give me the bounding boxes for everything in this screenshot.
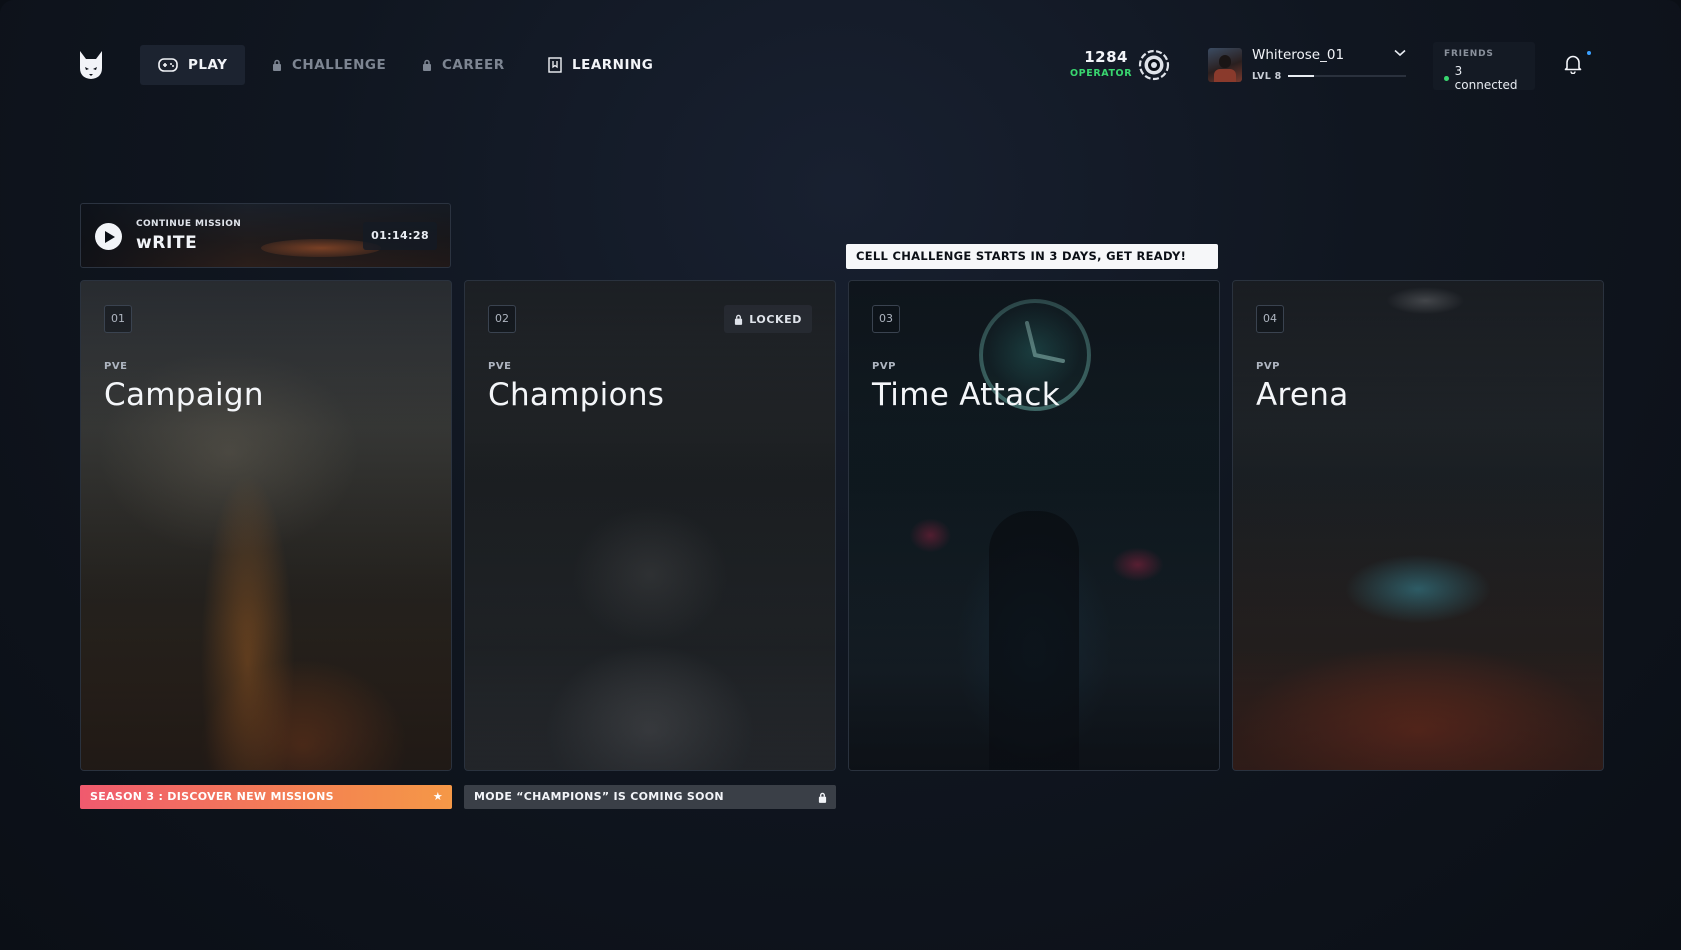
friends-connected-text: 3 connected [1454, 64, 1518, 92]
rank-label: OPERATOR [1070, 68, 1133, 79]
rank-badge-icon [1138, 49, 1170, 81]
lock-icon [735, 314, 743, 325]
notification-dot [1587, 51, 1591, 55]
card-shade [465, 281, 835, 770]
card-number: 01 [104, 305, 132, 333]
xp-progress-fill [1288, 75, 1314, 77]
user-menu[interactable]: Whiterose_01 LVL 8 [1208, 46, 1408, 84]
game-lobby: PLAY CHALLENGE CAREER LEARNING 1284 OPER… [0, 0, 1681, 950]
friends-label: FRIENDS [1444, 49, 1494, 59]
tab-play[interactable]: PLAY [140, 45, 246, 85]
bookmark-icon [548, 57, 562, 73]
mission-title: wRITE [136, 233, 198, 253]
lock-icon [273, 59, 281, 71]
mission-time: 01:14:28 [363, 222, 437, 250]
tab-learning[interactable]: LEARNING [530, 45, 671, 85]
continue-mission-card[interactable]: CONTINUE MISSION wRITE 01:14:28 [80, 203, 451, 268]
lock-icon [818, 785, 827, 809]
fox-logo[interactable] [78, 50, 104, 80]
card-shade [81, 281, 451, 770]
mode-card-campaign[interactable]: 01 PVE Campaign [80, 280, 452, 771]
card-number: 03 [872, 305, 900, 333]
play-icon[interactable] [95, 223, 122, 250]
friends-connected: 3 connected [1444, 64, 1524, 92]
tab-challenge[interactable]: CHALLENGE [254, 45, 404, 85]
tab-challenge-label: CHALLENGE [292, 57, 387, 73]
challenge-banner: CELL CHALLENGE STARTS IN 3 DAYS, GET REA… [846, 244, 1218, 269]
tab-career-label: CAREER [442, 57, 505, 73]
mode-card-arena[interactable]: 04 PVP Arena [1232, 280, 1604, 771]
tab-learning-label: LEARNING [572, 57, 654, 73]
card-title: Arena [1256, 377, 1349, 413]
avatar [1208, 48, 1242, 82]
season-tag-label: SEASON 3 : DISCOVER NEW MISSIONS [90, 790, 334, 803]
tab-play-label: PLAY [188, 57, 228, 73]
card-title: Time Attack [872, 377, 1060, 413]
card-mode: PVP [1256, 361, 1280, 372]
top-nav: PLAY CHALLENGE CAREER LEARNING 1284 OPER… [0, 0, 1681, 130]
locked-label: LOCKED [749, 312, 802, 326]
star-icon: ★ [432, 790, 443, 803]
lock-icon [423, 59, 431, 71]
card-shade [1233, 281, 1603, 770]
username: Whiterose_01 [1252, 47, 1345, 63]
card-shade [849, 281, 1219, 770]
xp-progress-bar [1288, 75, 1406, 77]
mode-card-time-attack[interactable]: 03 PVP Time Attack [848, 280, 1220, 771]
card-mode: PVE [488, 361, 512, 372]
champions-tag-label: MODE “CHAMPIONS” IS COMING SOON [474, 790, 724, 803]
tab-career[interactable]: CAREER [404, 45, 523, 85]
card-mode: PVE [104, 361, 128, 372]
gamepad-icon [158, 58, 178, 72]
online-dot-icon [1444, 75, 1449, 81]
card-number: 04 [1256, 305, 1284, 333]
card-title: Campaign [104, 377, 264, 413]
champions-coming-soon-tag: MODE “CHAMPIONS” IS COMING SOON [464, 785, 836, 809]
player-score: 1284 OPERATOR [1070, 48, 1133, 79]
season-tag[interactable]: SEASON 3 : DISCOVER NEW MISSIONS ★ [80, 785, 452, 809]
locked-badge: LOCKED [724, 305, 812, 333]
chevron-down-icon[interactable] [1394, 49, 1406, 57]
score-value: 1284 [1084, 48, 1128, 66]
card-title: Champions [488, 377, 665, 413]
card-number: 02 [488, 305, 516, 333]
card-mode: PVP [872, 361, 896, 372]
mode-card-champions[interactable]: 02 LOCKED PVE Champions [464, 280, 836, 771]
level-label: LVL 8 [1252, 71, 1282, 82]
friends-panel[interactable]: FRIENDS 3 connected [1433, 42, 1535, 92]
continue-mission-label: CONTINUE MISSION [136, 219, 242, 229]
bell-icon[interactable] [1564, 54, 1582, 74]
